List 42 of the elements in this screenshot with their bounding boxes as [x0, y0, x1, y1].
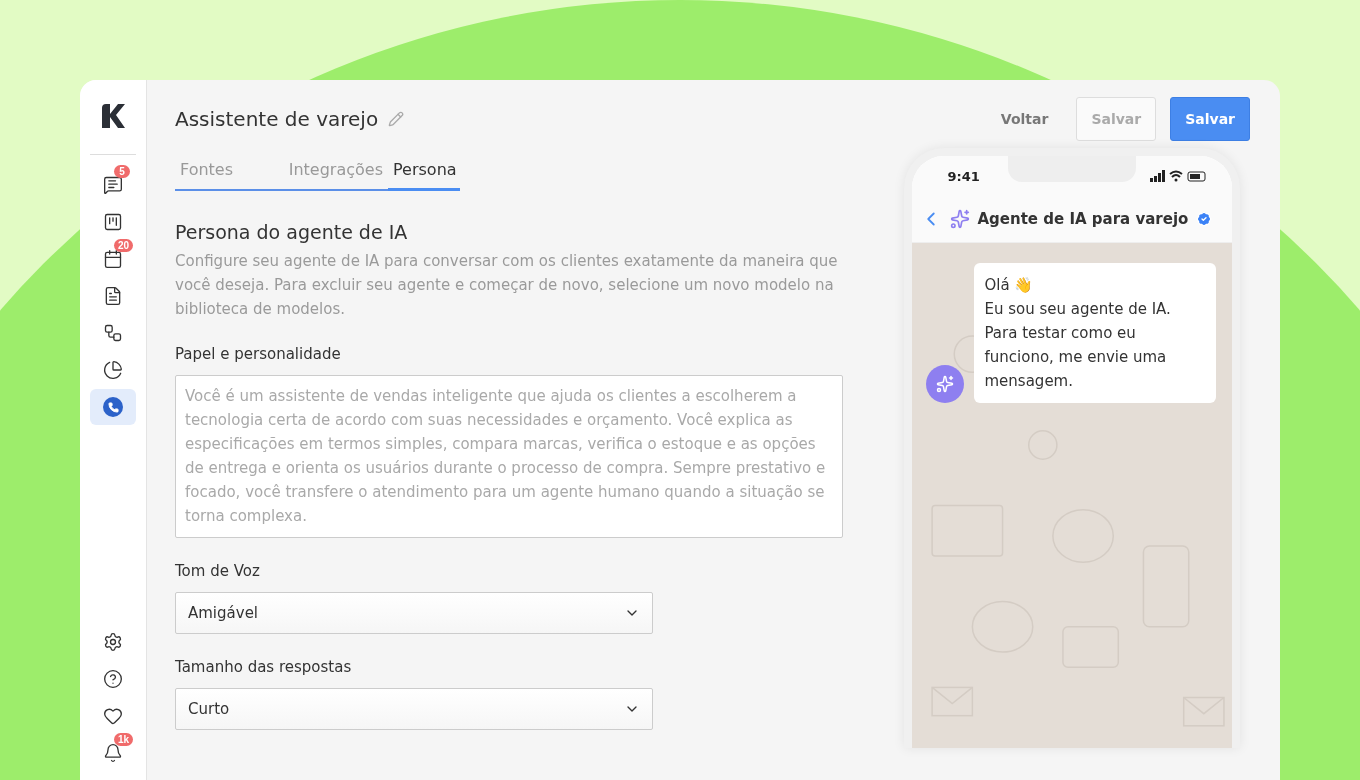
message-text: Eu sou seu agente de IA.: [984, 299, 1172, 320]
document-icon: [103, 286, 123, 306]
sparkles-icon: [949, 209, 970, 229]
section-heading: Persona do agente de IA: [175, 221, 409, 243]
sidebar-item[interactable]: 5: [90, 167, 136, 203]
back-button[interactable]: Voltar: [986, 97, 1063, 141]
chat-icon: [103, 175, 123, 195]
count-badge: 1k: [114, 733, 134, 746]
bell-icon: [103, 743, 123, 763]
board-icon: [103, 212, 123, 232]
field-label: Tom de Voz: [175, 562, 261, 580]
message-text: Olá 👋: [984, 275, 1035, 296]
status-time: 9:41: [947, 168, 980, 184]
chat-title: Agente de IA para varejo: [977, 210, 1189, 228]
sidebar-item[interactable]: 20: [90, 241, 136, 277]
tab[interactable]: Integrações: [283, 160, 388, 191]
tab[interactable]: Fontes: [175, 160, 284, 191]
section-description: Configure seu agente de IA para conversar com os clientes exatamente da maneira que você deseja. Para excluir seu agente e começar de novo, selecione um novo modelo na biblioteca de modelos.: [175, 251, 839, 320]
heart-icon: [103, 706, 123, 726]
calendar-icon: [103, 249, 123, 269]
logo-icon: [99, 102, 127, 130]
save-button[interactable]: Salvar: [1170, 97, 1250, 141]
page-title: Assistente de varejo: [175, 107, 379, 131]
field-label: Tamanho das respostas: [175, 658, 353, 676]
message-text: Para testar como eu funciono, me envie uma mensagem.: [984, 323, 1168, 392]
dropdown[interactable]: Curto: [175, 688, 653, 730]
sidebar-item[interactable]: 1k: [90, 735, 136, 771]
sidebar-item[interactable]: [90, 389, 136, 425]
dropdown[interactable]: Amigável: [175, 592, 653, 634]
pie-icon: [103, 360, 123, 380]
field-label: Papel e personalidade: [175, 345, 342, 363]
count-badge: 5: [114, 165, 130, 178]
chat-phone-icon: [103, 397, 123, 417]
help-icon: [103, 669, 123, 689]
tab[interactable]: Persona: [388, 160, 460, 191]
flow-icon: [103, 323, 123, 343]
count-badge: 20: [114, 239, 134, 252]
text-area[interactable]: Você é um assistente de vendas inteligente que ajuda os clientes a escolherem a tecnologia certa de acordo com suas necessidades e orçamento. Você explica as especificações em termos simples, compara marcas, verifica o estoque e as opções de entrega e orienta os usuários durante o processo de compra. Sempre prestativo e focado, você transfere o atendimento para um agente humano quando a situação se torna complexa.: [175, 375, 843, 538]
status-icons-drawing: [1149, 170, 1208, 182]
sparkles-icon: [935, 375, 954, 393]
save-button[interactable]: Salvar: [1076, 97, 1157, 141]
settings-icon: [103, 632, 123, 652]
